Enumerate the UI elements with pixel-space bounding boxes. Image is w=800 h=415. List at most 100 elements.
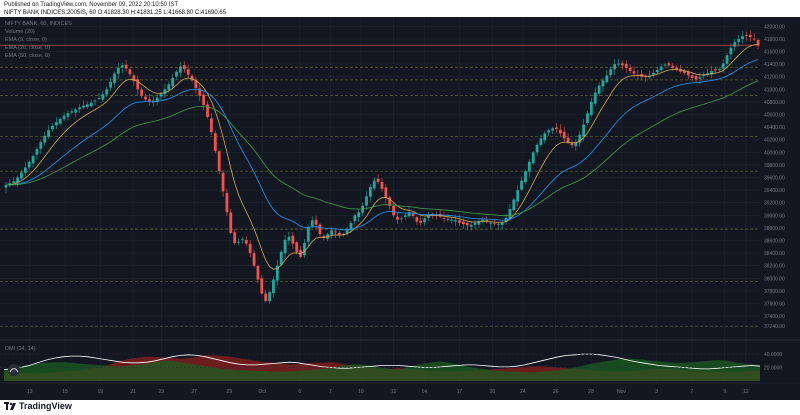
legend-ema26[interactable]: EMA (26, close, 0) — [5, 45, 50, 51]
candle-body — [128, 69, 132, 75]
legend-dmi[interactable]: DMI (14, 14) — [5, 346, 36, 352]
candle-body — [179, 66, 182, 73]
time-tick-label: 19 — [97, 389, 103, 395]
candle-body — [551, 128, 554, 131]
candle-body — [210, 118, 213, 133]
candle-body — [547, 130, 551, 133]
candle-body — [109, 81, 113, 88]
chart-canvas[interactable]: 41690.65 42000.0041800.0041600.0041400.0… — [0, 17, 800, 400]
candle-body — [520, 180, 523, 190]
candle-body — [446, 219, 450, 220]
candle-body — [473, 222, 477, 225]
candle-body — [237, 241, 240, 243]
candle-body — [454, 220, 458, 222]
candle-body — [512, 199, 516, 211]
candle-body — [737, 38, 741, 43]
candle-body — [213, 133, 217, 152]
candle-body — [376, 178, 380, 182]
price-tick-label: 39600.00 — [764, 176, 785, 182]
candle-body — [415, 217, 419, 222]
candle-body — [144, 96, 147, 100]
price-tick-label: 41800.00 — [764, 37, 785, 43]
candle-body — [725, 55, 729, 64]
candle-body — [353, 215, 357, 222]
candle-body — [357, 212, 361, 218]
price-tick-label: 37400.00 — [764, 314, 785, 320]
candle-body — [175, 71, 178, 77]
candle-body — [539, 138, 543, 146]
price-tick-label: 40200.00 — [764, 138, 785, 144]
candle-body — [97, 98, 101, 99]
candle-body — [589, 101, 593, 115]
candle-body — [241, 239, 244, 241]
candle-body — [655, 69, 659, 73]
price-tick-label: 42000.00 — [764, 24, 785, 30]
time-axis[interactable]: 13 15 19 21 23 27 29 Oct 6 7 10 12 14 17 20 24 26 28 Nov 3 7… — [0, 382, 800, 400]
candle-body — [613, 64, 617, 70]
replay-button[interactable] — [8, 364, 20, 376]
candle-body — [372, 180, 376, 189]
candle-body — [458, 220, 461, 223]
candle-body — [593, 92, 597, 104]
time-tick-label: 12 — [743, 389, 749, 395]
candle-body — [628, 67, 632, 72]
candle-body — [306, 227, 310, 242]
candle-body — [694, 76, 698, 80]
candle-body — [248, 243, 252, 254]
candle-body — [225, 193, 229, 213]
candle-body — [54, 122, 58, 126]
ohlc-readout: O:41828.30 H:41831.25 L:41668.80 C:41690… — [97, 10, 227, 16]
price-tick-label: 40400.00 — [764, 125, 785, 131]
candle-body — [659, 66, 663, 70]
candle-body — [745, 34, 748, 36]
time-tick-label: 17 — [457, 389, 463, 395]
price-tick-label: 39400.00 — [764, 188, 785, 194]
legend-ema9[interactable]: EMA (9, close, 0) — [5, 37, 47, 43]
candle-body — [252, 253, 256, 266]
candle-body — [721, 63, 725, 69]
time-tick-label: Oct — [258, 389, 266, 395]
candle-body — [748, 34, 752, 38]
price-tick-label: 38800.00 — [764, 226, 785, 232]
candle-body — [714, 69, 717, 71]
price-tick-label: 39200.00 — [764, 201, 785, 207]
candle-body — [330, 230, 333, 235]
candle-body — [403, 215, 407, 217]
publish-info: Published on TradingView.com, November 0… — [4, 2, 178, 8]
time-tick-label: 3 — [655, 389, 658, 395]
time-tick-label: 27 — [191, 389, 197, 395]
price-tick-label: 38200.00 — [764, 264, 785, 270]
candle-body — [272, 279, 275, 294]
candle-body — [365, 196, 368, 206]
legend-ema50[interactable]: EMA (50, close, 0) — [5, 53, 50, 59]
candle-body — [186, 69, 190, 75]
candle-body — [101, 94, 105, 100]
candle-body — [35, 149, 39, 155]
candle-body — [562, 131, 566, 139]
candle-body — [496, 224, 500, 225]
candle-body — [85, 104, 89, 107]
candle-body — [535, 144, 539, 153]
candle-body — [318, 224, 322, 235]
candle-body — [23, 167, 27, 173]
candle-body — [260, 278, 264, 294]
candle-body — [524, 171, 527, 183]
candle-body — [597, 85, 601, 94]
candle-body — [442, 217, 446, 219]
candle-body — [221, 172, 225, 192]
candle-body — [89, 102, 93, 107]
time-tick-label: 28 — [588, 389, 594, 395]
candle-body — [27, 161, 31, 168]
candle-body — [741, 36, 744, 40]
brand-name: TradingView — [19, 401, 72, 411]
candle-body — [399, 218, 403, 220]
candle-body — [384, 187, 388, 198]
time-tick-label: 6 — [298, 389, 301, 395]
price-axis[interactable]: 42000.00 41800.00 41600.00 41400.00 41200.00… — [760, 17, 800, 383]
legend-volume[interactable]: Volume (20) — [5, 29, 35, 35]
tradingview-logo-icon — [4, 402, 16, 410]
candle-body — [51, 125, 54, 130]
candle-body — [555, 127, 558, 129]
time-tick-label: 23 — [159, 389, 165, 395]
candle-body — [39, 142, 43, 149]
